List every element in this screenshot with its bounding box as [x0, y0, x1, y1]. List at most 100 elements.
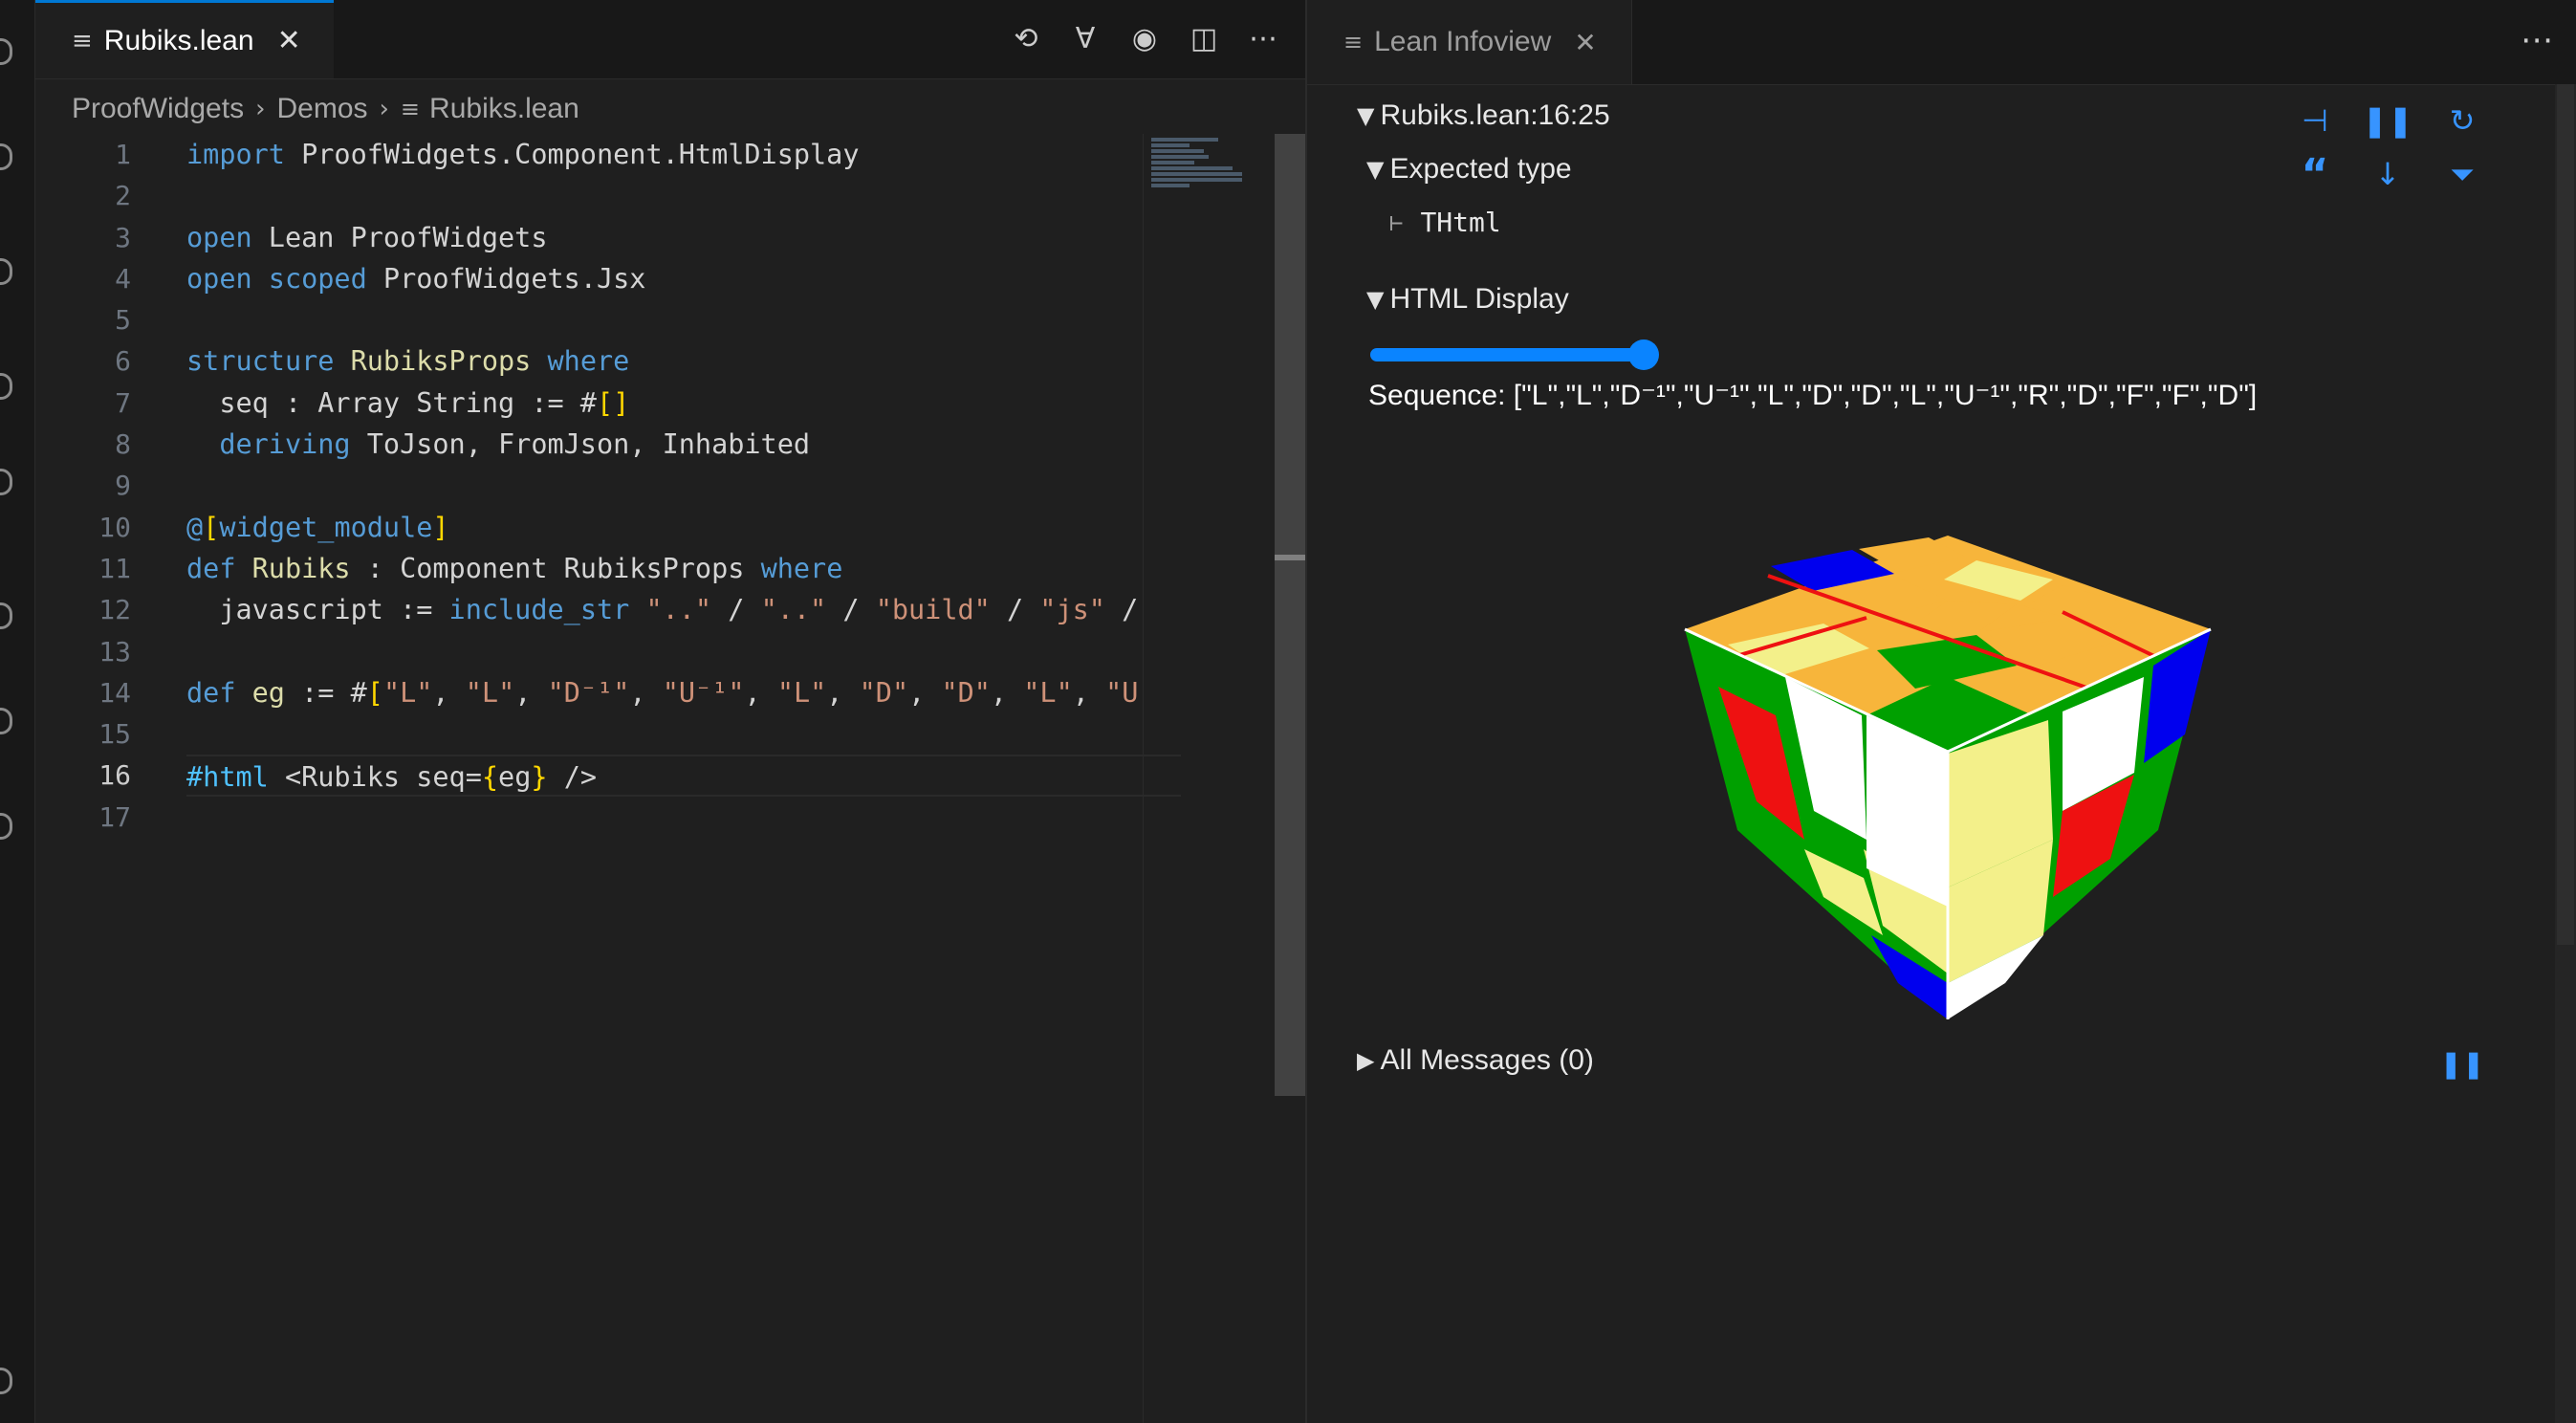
- breadcrumb-item[interactable]: ProofWidgets: [72, 93, 244, 125]
- code-token: deriving: [186, 428, 351, 461]
- editor-scrollbar[interactable]: [1275, 134, 1305, 1096]
- all-messages-header[interactable]: ▶ All Messages (0): [1357, 1044, 1594, 1077]
- split-editor-icon[interactable]: ◫: [1185, 19, 1223, 57]
- code-token: open: [186, 221, 252, 253]
- infoview-scrollbar-thumb[interactable]: [2557, 84, 2574, 945]
- activity-bar: [0, 0, 35, 1423]
- minimap-line: [1151, 166, 1233, 170]
- code-token: ]: [432, 511, 449, 543]
- code-token: ProofWidgets.Jsx: [366, 262, 646, 295]
- line-number: 5: [115, 304, 131, 337]
- history-icon[interactable]: ⟲: [1007, 19, 1045, 57]
- minimap-line: [1151, 149, 1204, 153]
- lean-icon[interactable]: [0, 602, 12, 629]
- search-icon[interactable]: [0, 143, 12, 170]
- lean-infoview-panel: ≡ Lean Infoview ✕ ⋯ ▼ Rubiks.lean:16:25 …: [1307, 0, 2576, 1423]
- code-token: [: [203, 511, 220, 543]
- code-token: where: [760, 552, 843, 584]
- filter-icon[interactable]: ⏷: [2441, 153, 2483, 195]
- more-actions-icon[interactable]: ⋯: [1244, 19, 1282, 57]
- file-lines-icon: ≡: [1343, 29, 1364, 55]
- code-token: "build": [875, 594, 991, 626]
- minimap-line: [1151, 138, 1218, 142]
- refresh-icon[interactable]: ↻: [2441, 99, 2483, 142]
- all-messages-label: All Messages (0): [1380, 1044, 1594, 1076]
- code-area[interactable]: import ProofWidgets.Component.HtmlDispla…: [186, 134, 1181, 838]
- lean-forall-icon[interactable]: ∀: [1066, 19, 1104, 57]
- location-header[interactable]: ▼ Rubiks.lean:16:25: [1357, 99, 1610, 132]
- minimap[interactable]: [1143, 134, 1258, 1423]
- code-line: structure RubiksProps where: [186, 340, 1181, 382]
- breadcrumb-item[interactable]: Demos: [276, 93, 367, 125]
- minimap-line: [1151, 184, 1190, 187]
- code-token: def: [186, 552, 236, 584]
- rubiks-cube-3d[interactable]: [1661, 524, 2244, 1040]
- more-actions-icon[interactable]: ⋯: [2521, 21, 2553, 59]
- infoview-tab-bar: ≡ Lean Infoview ✕ ⋯: [1307, 0, 2576, 85]
- minimap-line: [1151, 161, 1194, 164]
- code-token: "L": [465, 676, 515, 709]
- close-icon[interactable]: ✕: [277, 24, 301, 57]
- code-token: open: [186, 262, 252, 295]
- code-token: @: [186, 511, 204, 543]
- pin-icon[interactable]: ⊣: [2294, 99, 2336, 142]
- code-token: def: [186, 676, 236, 709]
- expected-type-header[interactable]: ▼ Expected type: [1366, 153, 1572, 186]
- code-token: "..": [760, 594, 827, 626]
- code-token: ,: [629, 676, 663, 709]
- remote-icon[interactable]: [0, 813, 12, 840]
- code-token: ,: [432, 676, 466, 709]
- lean-logo-icon[interactable]: ◉: [1125, 19, 1164, 57]
- breadcrumb-item[interactable]: Rubiks.lean: [429, 93, 579, 125]
- close-icon[interactable]: ✕: [1574, 27, 1596, 58]
- breadcrumb: ProofWidgets › Demos › ≡ Rubiks.lean: [72, 88, 579, 130]
- quote-icon[interactable]: “: [2294, 150, 2336, 199]
- run-debug-icon[interactable]: [0, 373, 12, 400]
- triangle-right-icon: ▶: [1357, 1047, 1375, 1074]
- sequence-slider-track[interactable]: [1370, 348, 1657, 361]
- code-token: ProofWidgets.Component.HtmlDisplay: [284, 139, 860, 170]
- triangle-down-icon: ▼: [1366, 156, 1385, 183]
- minimap-line: [1151, 178, 1242, 182]
- code-token: #html: [186, 761, 269, 794]
- editor-tab-bar: ≡ Rubiks.lean ✕ ⟲ ∀ ◉ ◫ ⋯: [35, 0, 1305, 79]
- code-token: "..": [629, 594, 712, 626]
- triangle-down-icon: ▼: [1357, 102, 1375, 129]
- code-token: import: [186, 139, 285, 170]
- explorer-icon[interactable]: [0, 38, 12, 65]
- line-number: 14: [98, 676, 131, 709]
- line-number: 4: [115, 262, 131, 295]
- sequence-slider-thumb[interactable]: [1628, 339, 1659, 370]
- code-token: "D": [859, 676, 909, 709]
- pause-icon[interactable]: ❚❚: [2362, 99, 2413, 142]
- code-token: []: [596, 386, 630, 419]
- location-label: Rubiks.lean:16:25: [1380, 99, 1610, 131]
- line-number: 10: [98, 511, 131, 543]
- arrow-down-icon[interactable]: ↓: [2367, 153, 2409, 195]
- expected-type-value[interactable]: THtml: [1420, 207, 1500, 238]
- extensions-icon[interactable]: [0, 469, 12, 495]
- code-token: structure: [186, 345, 335, 378]
- minimap-line: [1151, 172, 1242, 176]
- code-token: := #: [284, 676, 367, 709]
- sequence-text: Sequence: ["L","L","D⁻¹","U⁻¹","L","D","…: [1368, 380, 2258, 411]
- code-line: seq : Array String := #[]: [186, 383, 1181, 424]
- html-display-header[interactable]: ▼ HTML Display: [1366, 283, 1569, 316]
- tab-rubiks-lean[interactable]: ≡ Rubiks.lean ✕: [35, 0, 334, 78]
- testing-icon[interactable]: [0, 708, 12, 734]
- line-number: 7: [115, 386, 131, 419]
- code-token: ,: [1072, 676, 1106, 709]
- editor-group: ≡ Rubiks.lean ✕ ⟲ ∀ ◉ ◫ ⋯ ProofWidgets ›…: [35, 0, 1305, 1423]
- account-icon[interactable]: [0, 1368, 12, 1394]
- tab-lean-infoview[interactable]: ≡ Lean Infoview ✕: [1307, 0, 1632, 84]
- code-token: "U: [1105, 676, 1139, 709]
- triangle-down-icon: ▼: [1366, 286, 1385, 313]
- code-line: def eg := #["L", "L", "D⁻¹", "U⁻¹", "L",…: [186, 672, 1181, 713]
- pause-icon[interactable]: ❚❚: [2440, 1042, 2485, 1084]
- code-token: ,: [744, 676, 777, 709]
- code-line: open Lean ProofWidgets: [186, 217, 1181, 258]
- chevron-right-icon: ›: [379, 95, 389, 123]
- source-control-icon[interactable]: [0, 258, 12, 285]
